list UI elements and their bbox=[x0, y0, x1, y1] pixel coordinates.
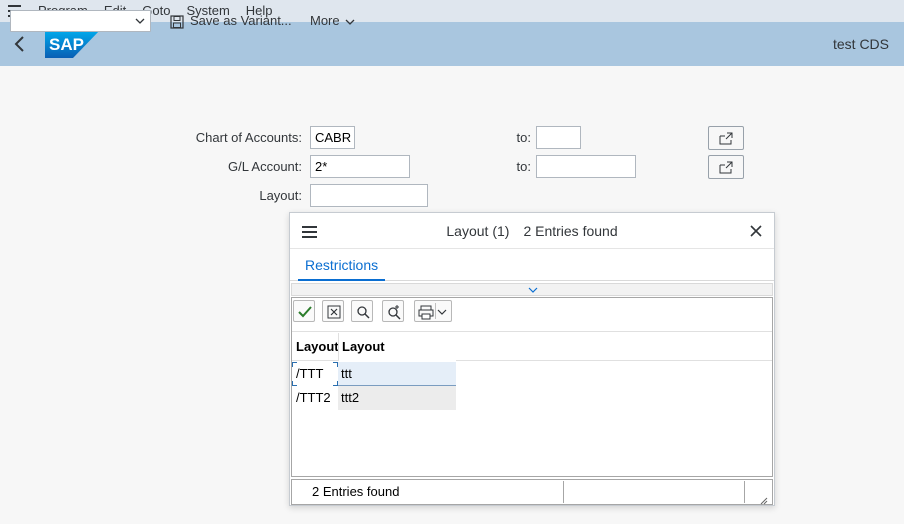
multiple-selection-button[interactable] bbox=[708, 126, 744, 150]
grid-header: Layout Layout description bbox=[292, 333, 772, 382]
resize-grip-icon[interactable] bbox=[760, 493, 768, 505]
gl-to-label: to: bbox=[516, 159, 531, 174]
grid-toolbar bbox=[292, 298, 772, 332]
dialog-title-text: Layout (1) bbox=[446, 223, 510, 239]
chart-of-accounts-to-field[interactable] bbox=[536, 126, 581, 149]
multiple-selection-icon bbox=[719, 132, 733, 145]
results-grid: Layout Layout description /TTT ttt /TTT2… bbox=[291, 297, 773, 477]
cancel-button[interactable] bbox=[322, 300, 344, 322]
gl-account-field[interactable]: 2* bbox=[310, 155, 410, 178]
dialog-tab-bar: Restrictions bbox=[290, 250, 774, 281]
gl-account-label: G/L Account: bbox=[228, 159, 302, 174]
search-next-icon bbox=[388, 305, 401, 320]
more-label: More bbox=[310, 13, 340, 28]
cell-description[interactable]: ttt bbox=[338, 362, 456, 386]
find-button[interactable] bbox=[351, 300, 373, 322]
status-text: 2 Entries found bbox=[312, 484, 400, 499]
cell-layout[interactable]: /TTT bbox=[292, 362, 338, 386]
cancel-icon bbox=[327, 305, 341, 319]
dialog-entries-count: 2 Entries found bbox=[523, 223, 618, 239]
print-button[interactable] bbox=[414, 300, 452, 322]
close-icon[interactable] bbox=[750, 225, 762, 237]
print-icon bbox=[418, 305, 434, 320]
dialog-status-bar: 2 Entries found bbox=[291, 479, 773, 505]
confirm-button[interactable] bbox=[293, 300, 315, 322]
column-header-layout[interactable]: Layout bbox=[292, 333, 339, 361]
dialog-header: Layout (1) 2 Entries found bbox=[290, 213, 774, 249]
chart-of-accounts-label: Chart of Accounts: bbox=[195, 130, 302, 145]
save-icon bbox=[170, 14, 184, 29]
layout-label: Layout: bbox=[259, 188, 302, 203]
collapse-restrictions-bar[interactable] bbox=[291, 283, 773, 296]
layout-field[interactable] bbox=[310, 184, 428, 207]
back-arrow-icon[interactable] bbox=[12, 35, 28, 53]
cell-description[interactable]: ttt2 bbox=[338, 386, 456, 410]
chevron-down-icon bbox=[134, 15, 146, 27]
value-help-dialog: Layout (1) 2 Entries found Restrictions bbox=[289, 212, 775, 506]
save-as-variant-label: Save as Variant... bbox=[190, 13, 292, 28]
multiple-selection-icon bbox=[719, 161, 733, 174]
checkmark-icon bbox=[298, 306, 312, 318]
column-header-layout-description[interactable]: Layout description bbox=[338, 333, 456, 382]
table-row[interactable]: /TTT ttt bbox=[292, 362, 456, 386]
more-button[interactable]: More bbox=[310, 10, 356, 32]
find-next-button[interactable] bbox=[382, 300, 404, 322]
gl-account-to-field[interactable] bbox=[536, 155, 636, 178]
cell-layout[interactable]: /TTT2 bbox=[292, 386, 338, 410]
variant-select[interactable] bbox=[10, 10, 151, 32]
chevron-down-icon bbox=[528, 287, 538, 293]
table-row[interactable]: /TTT2 ttt2 bbox=[292, 386, 456, 410]
sap-logo[interactable]: SAP bbox=[45, 29, 101, 58]
chart-to-label: to: bbox=[516, 130, 531, 145]
chevron-down-icon bbox=[437, 309, 447, 315]
svg-text:SAP: SAP bbox=[49, 35, 84, 54]
app-title: test CDS bbox=[832, 36, 889, 52]
search-icon bbox=[357, 306, 370, 319]
dialog-title: Layout (1) 2 Entries found bbox=[290, 213, 774, 249]
chevron-down-icon bbox=[345, 19, 355, 25]
tab-restrictions[interactable]: Restrictions bbox=[298, 250, 386, 281]
chart-of-accounts-field[interactable]: CABR bbox=[310, 126, 355, 149]
multiple-selection-button[interactable] bbox=[708, 155, 744, 179]
save-as-variant-button[interactable]: Save as Variant... bbox=[170, 10, 292, 32]
